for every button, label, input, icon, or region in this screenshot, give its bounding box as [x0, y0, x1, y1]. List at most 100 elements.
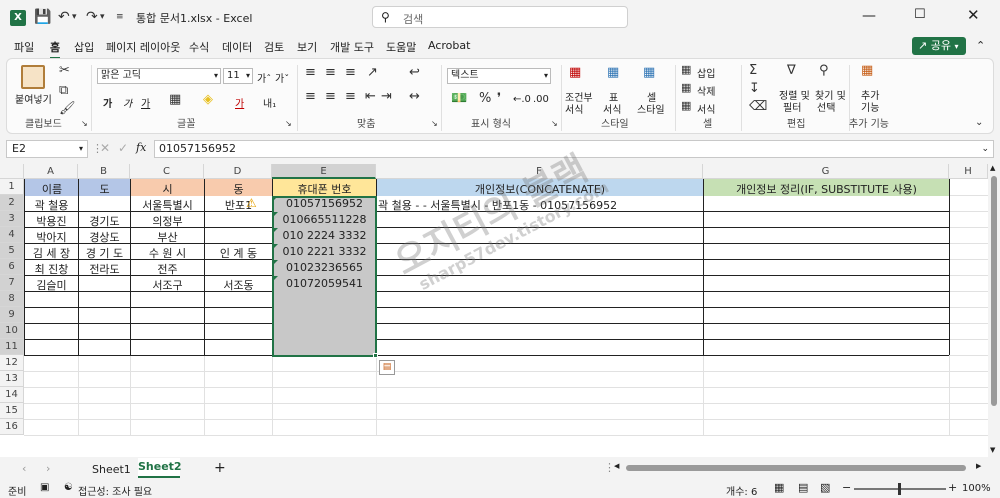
copy-icon[interactable]: ⧉ — [59, 83, 68, 98]
column-header-d[interactable]: D — [204, 164, 272, 179]
phonetic-icon[interactable]: 내₁ — [263, 95, 276, 110]
cell-b6[interactable]: 전라도 — [80, 261, 129, 277]
row-header-7[interactable]: 7 — [0, 275, 24, 291]
tab-view[interactable]: 보기 — [297, 39, 317, 55]
table-format-icon[interactable]: ▦ — [607, 65, 619, 80]
decrease-font-icon[interactable]: 가ˇ — [275, 70, 289, 85]
quick-analysis-icon[interactable]: ▤ — [379, 360, 395, 375]
next-sheet-icon[interactable]: › — [46, 462, 50, 475]
row-header-12[interactable]: 12 — [0, 355, 24, 371]
share-button[interactable]: ↗ 공유 ▾ — [912, 37, 966, 55]
cell-c5[interactable]: 수 원 시 — [132, 245, 203, 261]
row-header-14[interactable]: 14 — [0, 387, 24, 403]
dialog-launcher-icon[interactable]: ↘ — [81, 119, 88, 128]
number-format-select[interactable]: 텍스트 ▾ — [447, 68, 551, 84]
format-cells-icon[interactable]: ▦ — [681, 99, 691, 112]
tab-help[interactable]: 도움말 — [386, 39, 416, 55]
scroll-thumb[interactable] — [991, 176, 997, 406]
tab-acrobat[interactable]: Acrobat — [428, 39, 470, 52]
cell-a1[interactable]: 이름 — [26, 181, 78, 197]
decrease-indent-icon[interactable]: ⇤ — [365, 89, 376, 104]
row-header-6[interactable]: 6 — [0, 259, 24, 275]
scroll-left-icon[interactable]: ◀ — [614, 462, 619, 470]
cell-style-label-2[interactable]: 스타일 — [637, 101, 665, 116]
add-sheet-icon[interactable]: + — [214, 460, 226, 476]
align-left-icon[interactable]: ≡ — [305, 89, 316, 104]
minimize-button[interactable]: — — [862, 8, 876, 24]
dialog-launcher-icon[interactable]: ↘ — [551, 119, 558, 128]
dialog-launcher-icon[interactable]: ↘ — [431, 119, 438, 128]
chevron-down-icon[interactable]: ⌄ — [981, 141, 989, 157]
tab-data[interactable]: 데이터 — [222, 39, 252, 55]
select-all-corner[interactable] — [0, 164, 24, 179]
enter-icon[interactable]: ✓ — [118, 141, 128, 155]
align-bottom-icon[interactable]: ≡ — [345, 65, 356, 80]
table-format-label-2[interactable]: 서식 — [603, 101, 621, 116]
cell-a3[interactable]: 박용진 — [26, 213, 77, 229]
delete-cells-button[interactable]: 삭제 — [697, 83, 715, 98]
horizontal-scrollbar[interactable]: ◀ ▶ — [614, 462, 988, 474]
font-color-icon[interactable]: 가 — [235, 95, 244, 110]
orientation-icon[interactable]: ↗ — [367, 65, 378, 80]
tab-developer[interactable]: 개발 도구 — [330, 39, 374, 55]
conditional-format-label-2[interactable]: 서식 — [565, 101, 583, 116]
cell-b3[interactable]: 경기도 — [80, 213, 129, 229]
font-size-select[interactable]: 11 ▾ — [223, 68, 253, 84]
undo-dropdown-icon[interactable]: ▾ — [72, 12, 77, 22]
cell-c2[interactable]: 서울특별시 — [132, 197, 203, 213]
cell-style-icon[interactable]: ▦ — [643, 65, 655, 80]
row-header-1[interactable]: 1 — [0, 179, 24, 195]
fill-color-icon[interactable]: ◈ — [203, 92, 213, 107]
close-button[interactable]: ✕ — [967, 6, 980, 24]
column-header-h[interactable]: H — [949, 164, 988, 179]
align-center-icon[interactable]: ≡ — [325, 89, 336, 104]
decrease-decimal-icon[interactable]: .00 — [533, 94, 549, 105]
save-icon[interactable]: 💾 — [34, 9, 51, 25]
row-header-8[interactable]: 8 — [0, 291, 24, 307]
tab-page-layout[interactable]: 페이지 레이아웃 — [106, 39, 180, 55]
zoom-level[interactable]: 100% — [962, 483, 991, 494]
cancel-icon[interactable]: ✕ — [100, 141, 110, 155]
row-header-4[interactable]: 4 — [0, 227, 24, 243]
cell-a2[interactable]: 곽 철용 — [26, 197, 77, 213]
accessibility-status[interactable]: 접근성: 조사 필요 — [78, 483, 152, 498]
italic-icon[interactable]: 가 — [123, 95, 132, 110]
column-header-c[interactable]: C — [130, 164, 204, 179]
cell-c7[interactable]: 서조구 — [132, 277, 203, 293]
row-header-3[interactable]: 3 — [0, 211, 24, 227]
row-header-9[interactable]: 9 — [0, 307, 24, 323]
tab-sheet1[interactable]: Sheet1 — [92, 463, 131, 476]
cell-b4[interactable]: 경상도 — [80, 229, 129, 245]
addins-label-2[interactable]: 기능 — [861, 99, 879, 114]
ribbon-collapse-icon[interactable]: ⌃ — [976, 39, 985, 52]
tab-insert[interactable]: 삽입 — [74, 39, 94, 55]
row-header-5[interactable]: 5 — [0, 243, 24, 259]
column-header-g[interactable]: G — [703, 164, 949, 179]
delete-cells-icon[interactable]: ▦ — [681, 81, 691, 94]
row-header-15[interactable]: 15 — [0, 403, 24, 419]
ribbon-expand-icon[interactable]: ⌄ — [975, 117, 983, 128]
find-select-label-2[interactable]: 선택 — [817, 99, 835, 114]
percent-icon[interactable]: % — [479, 91, 491, 106]
macro-record-icon[interactable]: ▣ — [40, 482, 49, 493]
maximize-button[interactable]: ☐ — [914, 7, 926, 22]
insert-function-icon[interactable]: fx — [136, 141, 146, 154]
spreadsheet-grid[interactable]: A B C D E F G H 1 2 3 4 5 6 7 8 9 10 11 12 13 14 15 16 … — [0, 148, 989, 457]
conditional-format-icon[interactable]: ▦ — [569, 65, 581, 80]
column-header-a[interactable]: A — [24, 164, 78, 179]
row-header-2[interactable]: 2 — [0, 195, 24, 211]
cell-d2[interactable]: 반포1 — [206, 197, 271, 213]
row-header-16[interactable]: 16 — [0, 419, 24, 435]
insert-cells-icon[interactable]: ▦ — [681, 63, 691, 76]
hscroll-thumb[interactable] — [626, 465, 966, 471]
insert-cells-button[interactable]: 삽입 — [697, 65, 715, 80]
bold-icon[interactable]: 가 — [103, 95, 112, 110]
wrap-text-icon[interactable]: ↩ — [409, 65, 420, 80]
format-painter-icon[interactable]: 🖌 — [59, 101, 76, 116]
scroll-down-icon[interactable]: ▼ — [990, 446, 995, 454]
align-top-icon[interactable]: ≡ — [305, 65, 316, 80]
row-header-13[interactable]: 13 — [0, 371, 24, 387]
currency-icon[interactable]: 💵 — [451, 91, 467, 106]
name-box[interactable]: E2 ▾ — [6, 140, 88, 158]
clear-icon[interactable]: ⌫ — [749, 99, 767, 114]
